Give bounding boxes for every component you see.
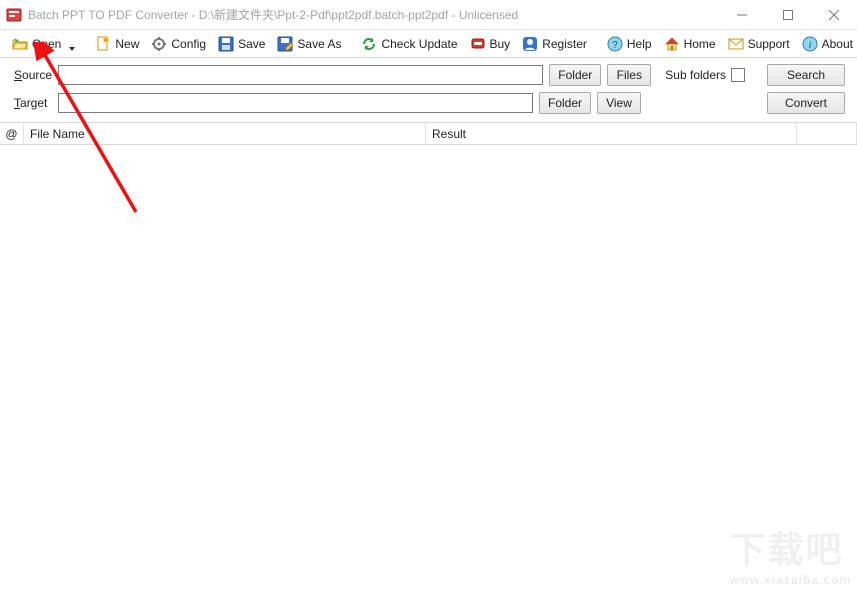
mail-icon xyxy=(728,36,744,52)
close-button[interactable] xyxy=(811,0,857,30)
maximize-button[interactable] xyxy=(765,0,811,30)
source-folder-button[interactable]: Folder xyxy=(549,64,601,86)
open-folder-icon xyxy=(12,36,28,52)
home-label: Home xyxy=(684,37,716,51)
target-row: Target Folder View Convert xyxy=(0,86,857,123)
home-icon xyxy=(664,36,680,52)
source-input[interactable] xyxy=(58,65,543,85)
source-files-button[interactable]: Files xyxy=(607,64,651,86)
help-button[interactable]: ? Help xyxy=(601,33,658,55)
support-button[interactable]: Support xyxy=(722,33,796,55)
convert-button[interactable]: Convert xyxy=(767,92,845,114)
register-button[interactable]: Register xyxy=(516,33,593,55)
about-label: About xyxy=(822,37,853,51)
new-label: New xyxy=(115,37,139,51)
buy-label: Buy xyxy=(490,37,511,51)
col-end xyxy=(797,123,857,144)
save-as-button[interactable]: Save As xyxy=(271,33,347,55)
toolbar: Open New Config Save Save As Check Updat… xyxy=(0,30,857,58)
save-as-label: Save As xyxy=(297,37,341,51)
window-controls xyxy=(719,0,857,29)
open-label: Open xyxy=(32,37,61,51)
subfolders-label: Sub folders xyxy=(665,68,726,82)
check-update-label: Check Update xyxy=(381,37,457,51)
target-label: Target xyxy=(14,96,52,110)
gear-icon xyxy=(151,36,167,52)
col-at[interactable]: @ xyxy=(0,123,24,144)
new-button[interactable]: New xyxy=(89,33,145,55)
watermark: 下载吧 www.xiazaiba.com xyxy=(729,521,851,587)
table-header: @ File Name Result xyxy=(0,123,857,145)
register-label: Register xyxy=(542,37,587,51)
help-icon: ? xyxy=(607,36,623,52)
new-file-icon xyxy=(95,36,111,52)
about-button[interactable]: i About xyxy=(796,33,857,55)
check-update-button[interactable]: Check Update xyxy=(355,33,463,55)
save-label: Save xyxy=(238,37,265,51)
config-label: Config xyxy=(171,37,206,51)
support-label: Support xyxy=(748,37,790,51)
app-icon xyxy=(6,7,22,23)
svg-text:i: i xyxy=(808,40,811,51)
minimize-button[interactable] xyxy=(719,0,765,30)
window-title: Batch PPT TO PDF Converter - D:\新建文件夹\Pp… xyxy=(28,6,719,23)
col-result[interactable]: Result xyxy=(426,123,797,144)
save-as-icon xyxy=(277,36,293,52)
info-icon: i xyxy=(802,36,818,52)
target-folder-button[interactable]: Folder xyxy=(539,92,591,114)
titlebar: Batch PPT TO PDF Converter - D:\新建文件夹\Pp… xyxy=(0,0,857,30)
subfolders-checkbox[interactable] xyxy=(731,68,745,82)
search-button[interactable]: Search xyxy=(767,64,845,86)
subfolders-group: Sub folders xyxy=(665,68,745,82)
config-button[interactable]: Config xyxy=(145,33,212,55)
open-button[interactable]: Open xyxy=(6,33,81,55)
chevron-down-icon xyxy=(69,41,75,47)
col-filename[interactable]: File Name xyxy=(24,123,426,144)
source-label: Source xyxy=(14,68,52,82)
target-input[interactable] xyxy=(58,93,533,113)
save-button[interactable]: Save xyxy=(212,33,271,55)
save-icon xyxy=(218,36,234,52)
buy-button[interactable]: Buy xyxy=(464,33,517,55)
help-label: Help xyxy=(627,37,652,51)
home-button[interactable]: Home xyxy=(658,33,722,55)
cart-icon xyxy=(470,36,486,52)
refresh-icon xyxy=(361,36,377,52)
source-row: Source Folder Files Sub folders Search xyxy=(0,58,857,86)
svg-text:?: ? xyxy=(612,40,618,51)
user-icon xyxy=(522,36,538,52)
target-view-button[interactable]: View xyxy=(597,92,641,114)
